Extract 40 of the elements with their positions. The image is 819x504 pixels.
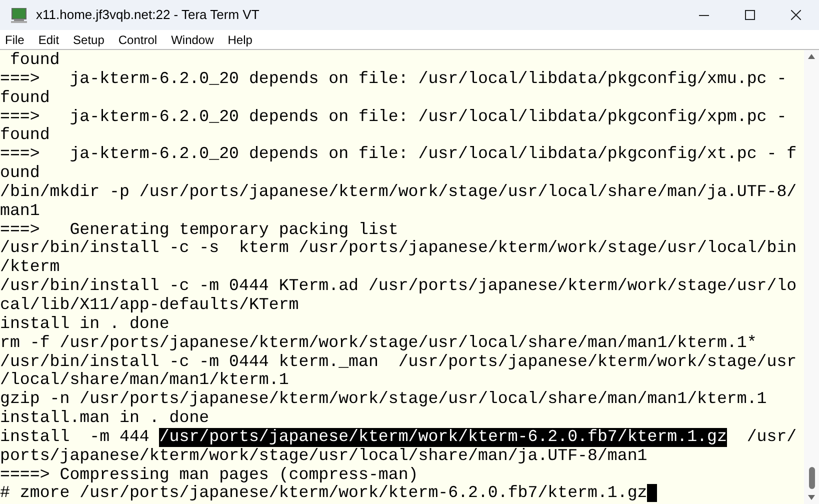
maximize-icon bbox=[745, 10, 755, 20]
terminal-line: ===> ja-kterm-6.2.0_20 depends on file: /usr/local/libdata/pkgconfig/xmu.pc - bbox=[0, 70, 787, 89]
scroll-down-icon[interactable] bbox=[808, 495, 815, 500]
window-title: x11.home.jf3vqb.net:22 - Tera Term VT bbox=[36, 6, 260, 24]
close-icon bbox=[791, 10, 801, 20]
terminal-line: rm -f /usr/ports/japanese/kterm/work/stage/usr/local/share/man/man1/kterm.1* bbox=[0, 334, 757, 352]
terminal-line: cal/lib/X11/app-defaults/KTerm bbox=[0, 296, 299, 315]
menu-item[interactable]: Help bbox=[228, 34, 252, 46]
menu-item[interactable]: Setup bbox=[73, 34, 104, 46]
selected-text: /usr/ports/japanese/kterm/work/kterm-6.2.0.fb7/kterm.1.gz bbox=[159, 428, 727, 447]
menu-item[interactable]: File bbox=[5, 34, 24, 46]
terminal-line: install -m 444 bbox=[0, 428, 150, 447]
terminal-line: # zmore /usr/ports/japanese/kterm/work/kterm-6.2.0.fb7/kterm.1.gz bbox=[0, 484, 648, 504]
terminal-line: found bbox=[0, 126, 50, 146]
menu-item[interactable]: Control bbox=[118, 34, 158, 46]
terminal-line: ===> ja-kterm-6.2.0_20 depends on file: /usr/local/libdata/pkgconfig/xt.pc - f bbox=[0, 145, 797, 164]
terminal-line: found bbox=[8, 51, 60, 70]
menu-item[interactable]: Edit bbox=[38, 34, 60, 46]
terminal-line: ====> Compressing man pages (compress-man) bbox=[0, 466, 418, 484]
terminal-line: found bbox=[0, 88, 50, 108]
terminal-line: man1 bbox=[0, 202, 40, 221]
terminal-line: /kterm bbox=[0, 258, 60, 278]
terminal-line: /usr/ bbox=[746, 428, 797, 447]
terminal-line: /usr/bin/install -c -m 0444 kterm._man /usr/ports/japanese/kterm/work/stage/usr bbox=[0, 352, 797, 372]
terminal-line: /usr/bin/install -c -s kterm /usr/ports/japanese/kterm/work/stage/usr/local/bin bbox=[0, 239, 797, 258]
minimize-icon bbox=[699, 14, 709, 16]
terminal-line: /bin/mkdir -p /usr/ports/japanese/kterm/work/stage/usr/local/share/man/ja.UTF-8/ bbox=[0, 182, 797, 202]
menu-item[interactable]: Window bbox=[171, 34, 214, 46]
terminal-line: /usr/bin/install -c -m 0444 KTerm.ad /usr/ports/japanese/kterm/work/stage/usr/lo bbox=[0, 277, 797, 296]
terminal-line: ===> ja-kterm-6.2.0_20 depends on file: /usr/local/libdata/pkgconfig/xpm.pc - bbox=[0, 108, 787, 126]
terminal-line: install in . done bbox=[0, 314, 170, 334]
terminal-line: ===> Generating temporary packing list bbox=[0, 220, 398, 240]
terminal-line: /local/share/man/man1/kterm.1 bbox=[0, 371, 289, 390]
terminal-line: gzip -n /usr/ports/japanese/kterm/work/stage/usr/local/share/man/man1/kterm.1 bbox=[0, 390, 767, 410]
terminal-line: ports/japanese/kterm/work/stage/usr/local/share/man/ja.UTF-8/man1 bbox=[0, 446, 648, 466]
terminal-line: install.man in . done bbox=[0, 409, 210, 428]
scroll-up-icon[interactable] bbox=[808, 54, 815, 59]
terminal-app-icon bbox=[11, 8, 27, 22]
terminal-line: ound bbox=[0, 164, 40, 183]
scrollbar-thumb[interactable] bbox=[808, 467, 814, 489]
